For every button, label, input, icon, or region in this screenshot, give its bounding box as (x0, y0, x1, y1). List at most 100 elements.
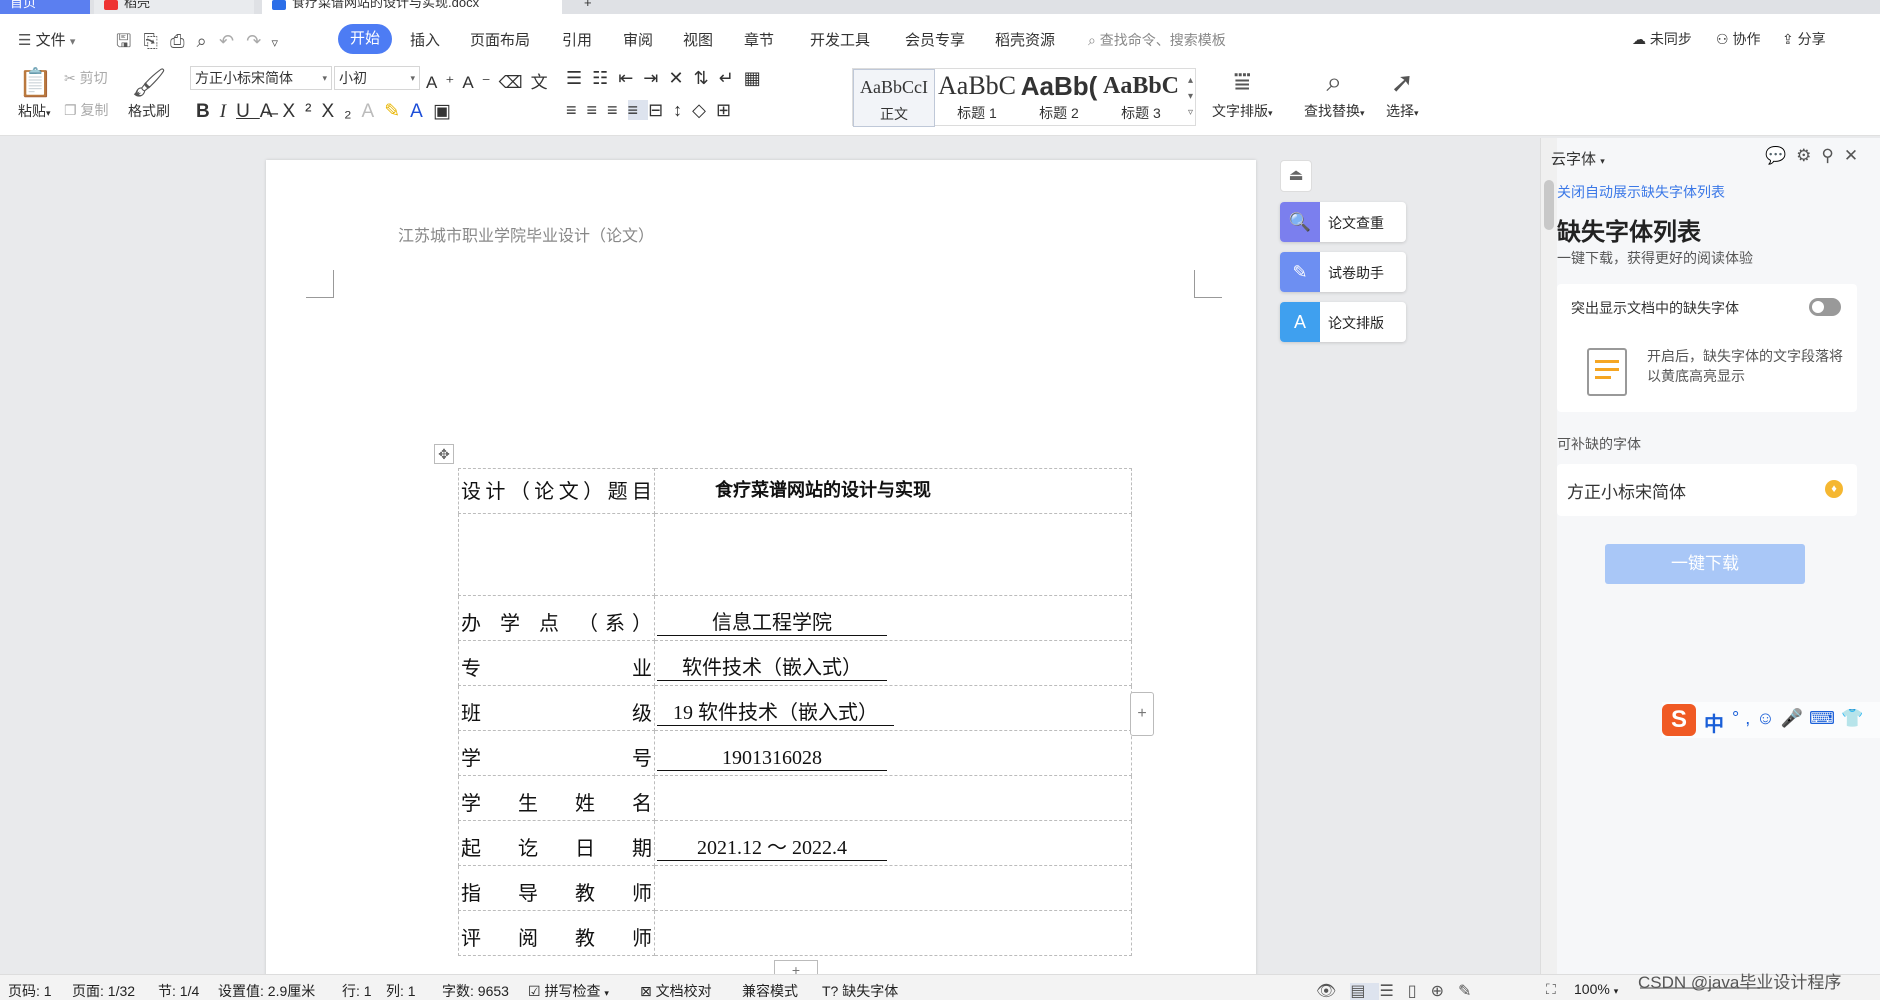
close-icon[interactable]: ✕ (1844, 146, 1868, 165)
style-heading-1[interactable]: AaBbC 标题 1 (937, 69, 1017, 127)
field-label[interactable]: 学 号 (458, 730, 655, 776)
field-label[interactable]: 设计（论文）题目 (458, 468, 655, 514)
side-tool-paper-format[interactable]: A 论文排版 (1280, 302, 1406, 342)
outline-view-icon[interactable]: ☰ (1379, 983, 1407, 1000)
tab-start[interactable]: 开始 (338, 24, 392, 54)
align-right-icon[interactable]: ≡ (607, 100, 628, 120)
field-value[interactable]: 信息工程学院 (654, 595, 1132, 641)
font-name-select[interactable]: 方正小标宋简体 ▾ (190, 66, 332, 90)
borders-icon[interactable]: ⊞ (716, 100, 741, 120)
justify-icon[interactable]: ≡ (627, 100, 649, 120)
highlight-icon[interactable]: ✎ (384, 101, 410, 122)
collapse-tools-button[interactable]: ⏏ (1280, 160, 1312, 192)
field-value[interactable] (654, 513, 1132, 596)
field-value[interactable] (654, 865, 1132, 911)
field-value[interactable]: 软件技术（嵌入式） (654, 640, 1132, 686)
status-pages[interactable]: 页面: 1/32 (72, 981, 135, 1000)
tab-home[interactable]: 首页 (0, 0, 90, 14)
find-replace-button[interactable]: ⌕ 查找替换▾ (1304, 66, 1365, 121)
table-move-handle[interactable]: ✥ (434, 444, 454, 464)
spell-check-button[interactable]: ☑ 拼写检查 ▾ (528, 981, 609, 1000)
status-col[interactable]: 列: 1 (386, 981, 416, 1000)
side-tool-plagiarism[interactable]: 🔍 论文查重 (1280, 202, 1406, 242)
mic-icon[interactable]: 🎤 (1781, 708, 1809, 728)
add-column-button[interactable]: + (1130, 692, 1154, 736)
document-page[interactable]: 江苏城市职业学院毕业设计（论文） ✥ 设计（论文）题目 食疗菜谱网站的设计与实现办… (266, 160, 1256, 1000)
align-center-icon[interactable]: ≡ (587, 100, 608, 120)
status-page-number[interactable]: 页码: 1 (8, 981, 52, 1000)
tab-references[interactable]: 引用 (562, 29, 592, 50)
field-label[interactable]: 班 级 (458, 685, 655, 731)
style-heading-2[interactable]: AaBb( 标题 2 (1019, 69, 1099, 127)
style-heading-3[interactable]: AaBbC 标题 3 (1101, 69, 1181, 127)
status-setting[interactable]: 设置值: 2.9厘米 (218, 981, 315, 1000)
line-spacing-icon[interactable]: ↕ (673, 100, 692, 120)
field-label[interactable] (458, 513, 655, 596)
distribute-icon[interactable]: ⊟ (648, 100, 673, 120)
emoji-icon[interactable]: ☺ (1756, 708, 1780, 728)
font-item[interactable]: 方正小标宋简体 ♦ (1557, 464, 1857, 516)
char-border-icon[interactable]: ▣ (433, 101, 461, 122)
chinese-layout-icon[interactable]: ✕ (668, 68, 693, 88)
field-label[interactable]: 办 学 点 （系） (458, 595, 655, 641)
close-auto-list-link[interactable]: 关闭自动展示缺失字体列表 (1557, 182, 1725, 202)
side-tool-exam-helper[interactable]: ✎ 试卷助手 (1280, 252, 1406, 292)
field-value[interactable]: 2021.12 ～ 2022.4 (654, 820, 1132, 866)
tab-draft[interactable]: 稻壳 (94, 0, 254, 14)
keyboard-icon[interactable]: ⌨ (1809, 708, 1841, 728)
indent-icon[interactable]: ⇥ (643, 68, 668, 88)
page-view-icon[interactable]: ▤ (1350, 983, 1380, 1000)
tab-page-layout[interactable]: 页面布局 (470, 29, 530, 50)
field-label[interactable]: 指 导 教 师 (458, 865, 655, 911)
font-color-icon[interactable]: A (410, 101, 433, 122)
cut-button[interactable]: ✂ 剪切 (64, 68, 108, 88)
file-menu[interactable]: ☰ 文件 ▾ (18, 29, 75, 50)
show-marks-icon[interactable]: ↵ (719, 68, 744, 88)
save-icon[interactable]: 🖫 (116, 29, 131, 59)
shrink-font-icon[interactable]: A⁻ (462, 73, 498, 92)
field-value[interactable]: 食疗菜谱网站的设计与实现 (654, 468, 1132, 514)
style-normal[interactable]: AaBbCcI 正文 (853, 69, 935, 127)
copy-button[interactable]: ❐ 复制 (64, 100, 108, 120)
status-section[interactable]: 节: 1/4 (158, 981, 199, 1000)
share-button[interactable]: ⇪ 分享 (1782, 29, 1826, 49)
reading-view-icon[interactable]: ▯ (1408, 983, 1431, 1000)
field-label[interactable]: 评 阅 教 师 (458, 910, 655, 956)
punctuation-icon[interactable]: °, (1732, 708, 1756, 728)
table-lines-icon[interactable]: ▦ (744, 68, 771, 88)
field-value[interactable] (654, 775, 1132, 821)
sync-status[interactable]: ☁ 未同步 (1632, 29, 1692, 49)
tab-docer-resources[interactable]: 稻壳资源 (995, 29, 1055, 50)
bold-icon[interactable]: B (196, 101, 220, 122)
print-preview-icon[interactable]: ⌕ (197, 31, 207, 52)
underline-icon[interactable]: U (236, 101, 260, 122)
field-label[interactable]: 专 业 (458, 640, 655, 686)
tab-member[interactable]: 会员专享 (905, 29, 965, 50)
text-layout-button[interactable]: ⩸ 文字排版▾ (1212, 66, 1273, 121)
tab-insert[interactable]: 插入 (410, 29, 440, 50)
style-gallery-scroll[interactable]: ▴ ▾ ▿ (1188, 73, 1193, 121)
zoom-select[interactable]: 100% ▾ (1574, 981, 1618, 997)
doc-proof-button[interactable]: ⊠ 文档校对 (640, 981, 712, 1000)
ime-chinese-mode[interactable]: 中 (1704, 708, 1724, 737)
select-button[interactable]: ➚ 选择▾ (1386, 66, 1419, 121)
tab-developer[interactable]: 开发工具 (810, 29, 870, 50)
field-value[interactable]: 19 软件技术（嵌入式） (654, 685, 1132, 731)
collab-button[interactable]: ⚇ 协作 (1716, 29, 1760, 49)
tab-view[interactable]: 视图 (683, 29, 713, 50)
cover-info-table[interactable]: 设计（论文）题目 食疗菜谱网站的设计与实现办 学 点 （系） 信息工程学院专 业软件… (458, 468, 1132, 956)
highlight-toggle[interactable] (1809, 298, 1841, 316)
bullet-list-icon[interactable]: ☰ (566, 68, 592, 88)
format-painter-button[interactable]: 🖌 格式刷 (128, 66, 170, 121)
export-pdf-icon[interactable]: ⎘ (144, 31, 158, 52)
status-word-count[interactable]: 字数: 9653 (442, 981, 509, 1000)
align-left-icon[interactable]: ≡ (566, 100, 587, 120)
print-icon[interactable]: ⎙ (170, 31, 184, 52)
command-search[interactable]: ⌕ 查找命令、搜索模板 (1088, 30, 1226, 50)
grow-font-icon[interactable]: A⁺ (426, 73, 462, 92)
outdent-icon[interactable]: ⇤ (618, 68, 643, 88)
new-tab-button[interactable]: + (574, 0, 604, 14)
text-effect-icon[interactable]: A (362, 101, 385, 122)
field-label[interactable]: 起 讫 日 期 (458, 820, 655, 866)
fit-page-icon[interactable]: ⛶ (1546, 981, 1556, 998)
